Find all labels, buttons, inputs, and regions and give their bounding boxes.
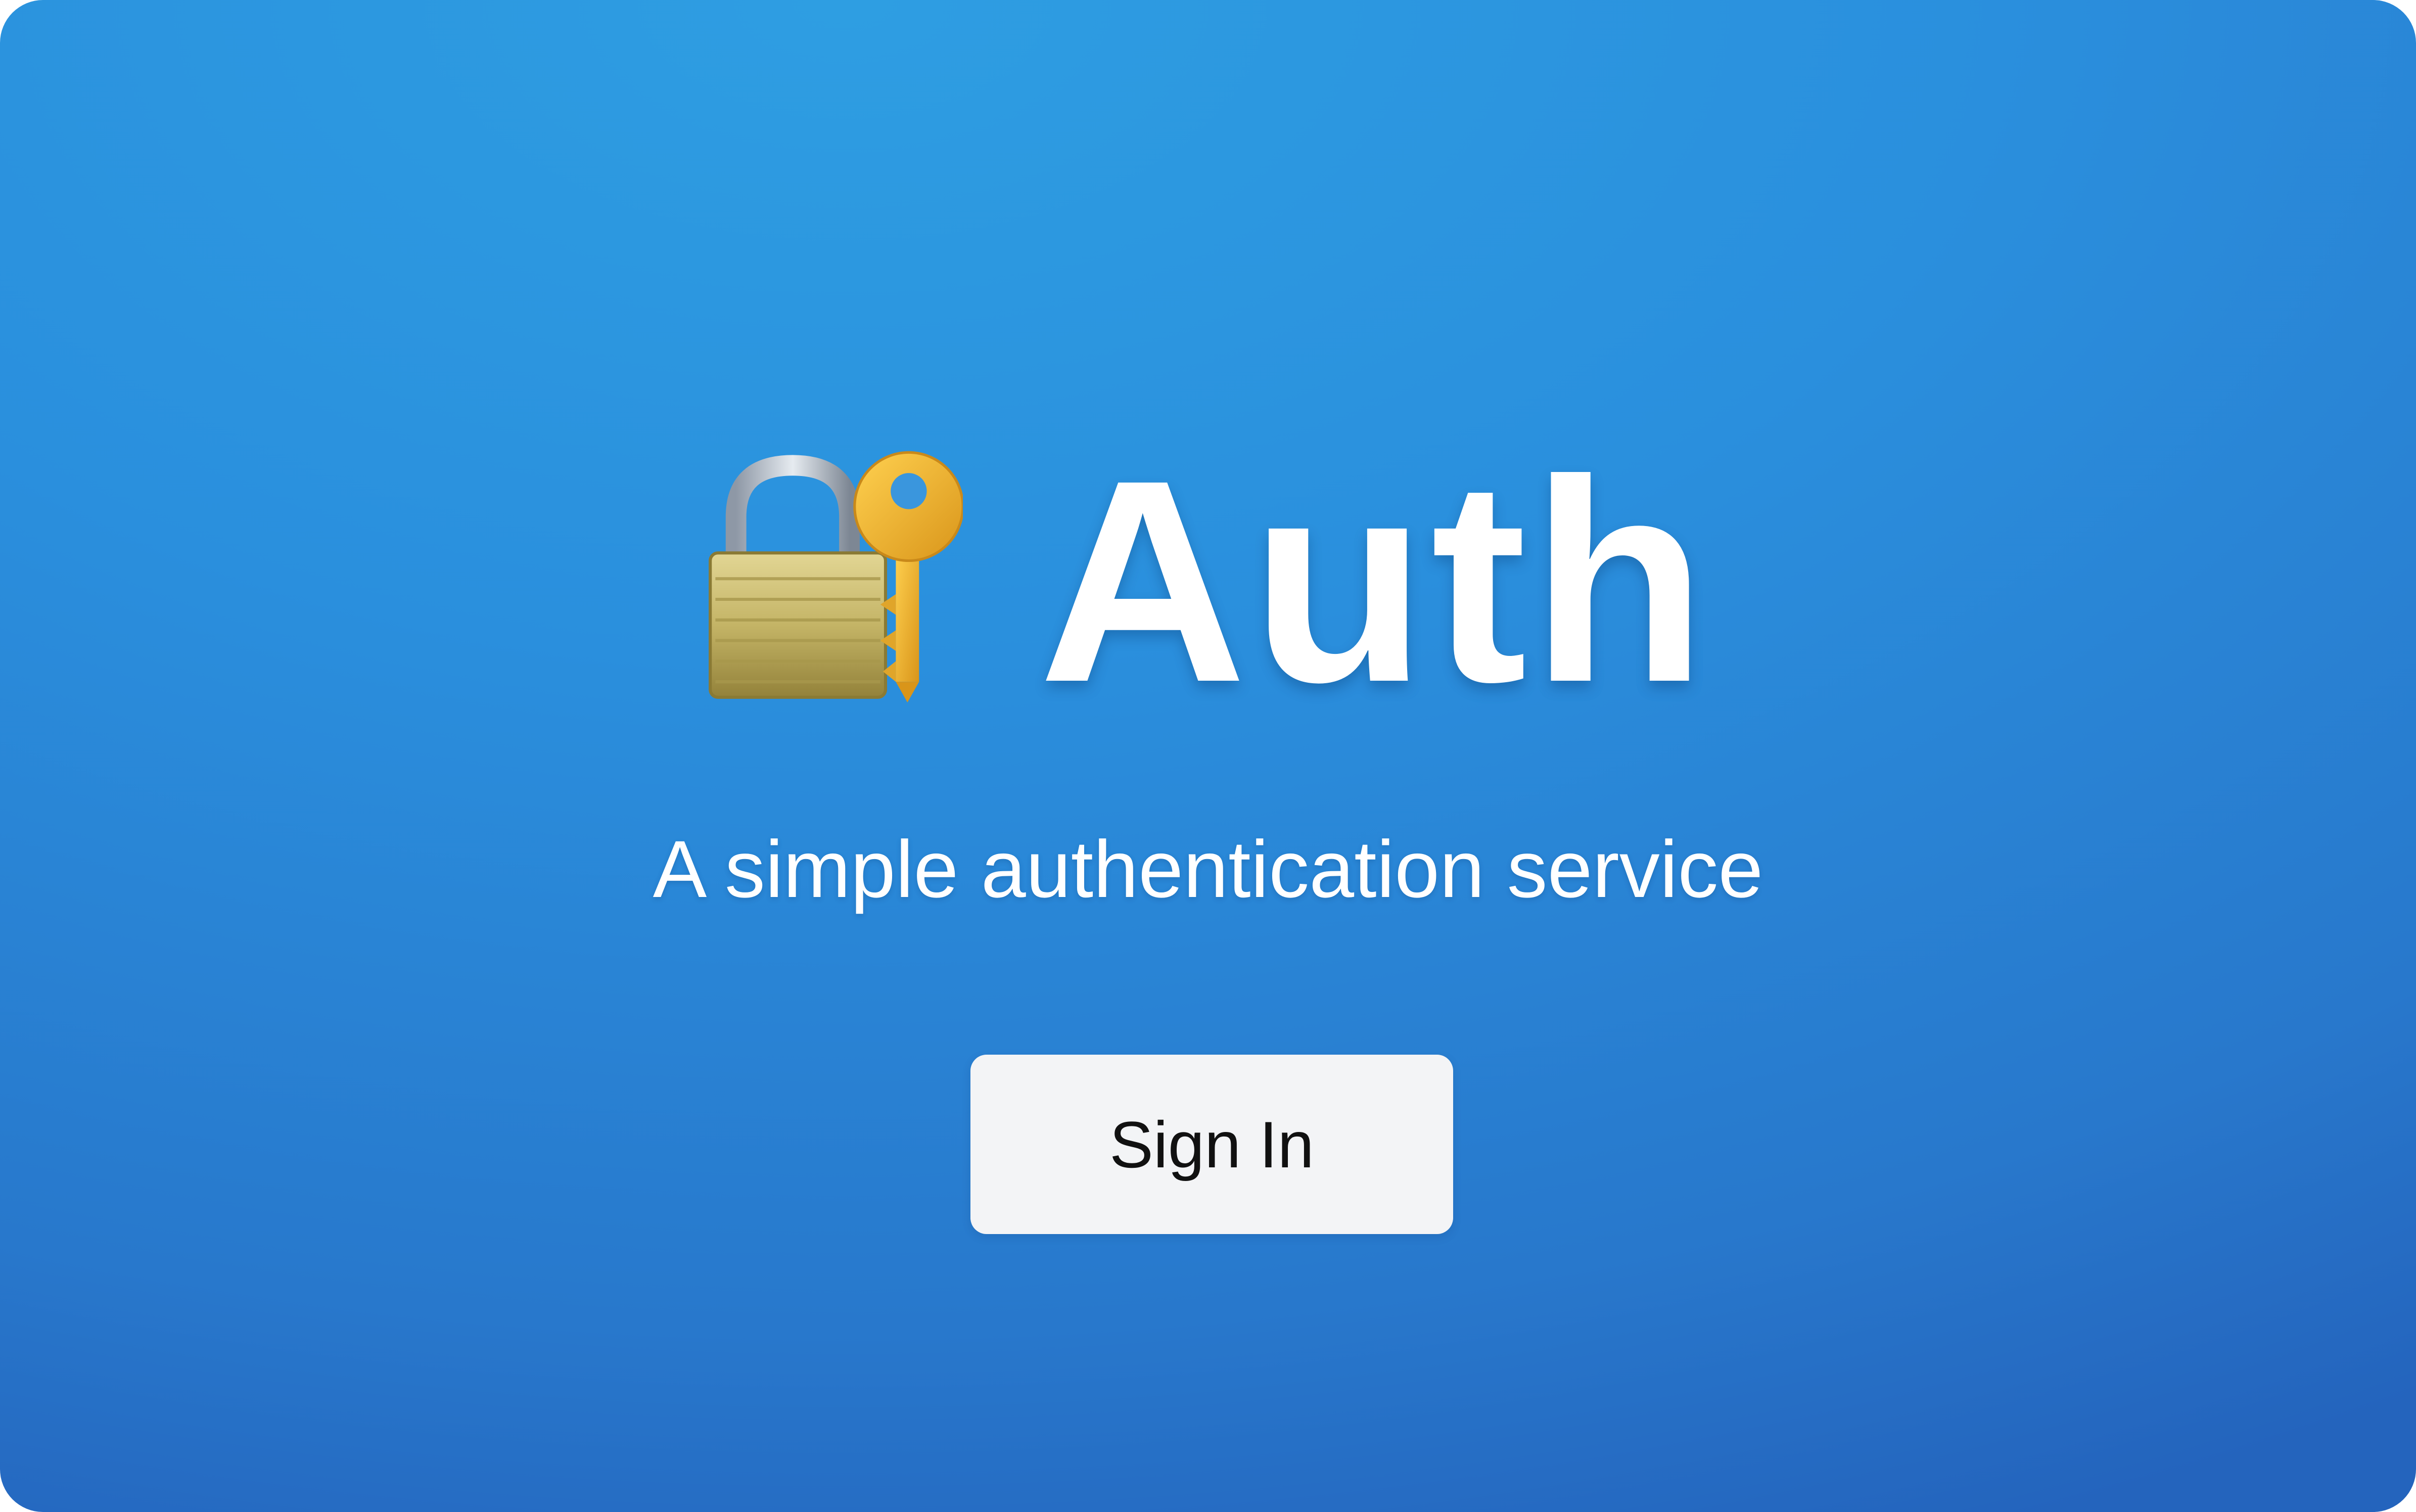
- app-title: Auth: [1039, 420, 1711, 742]
- brand-header: Auth: [0, 437, 2416, 725]
- locked-with-key-icon: [709, 451, 963, 702]
- landing-card: Auth A simple authentication service Sig…: [0, 0, 2416, 1512]
- app-tagline: A simple authentication service: [653, 824, 1763, 914]
- sign-in-button[interactable]: Sign In: [970, 1055, 1453, 1234]
